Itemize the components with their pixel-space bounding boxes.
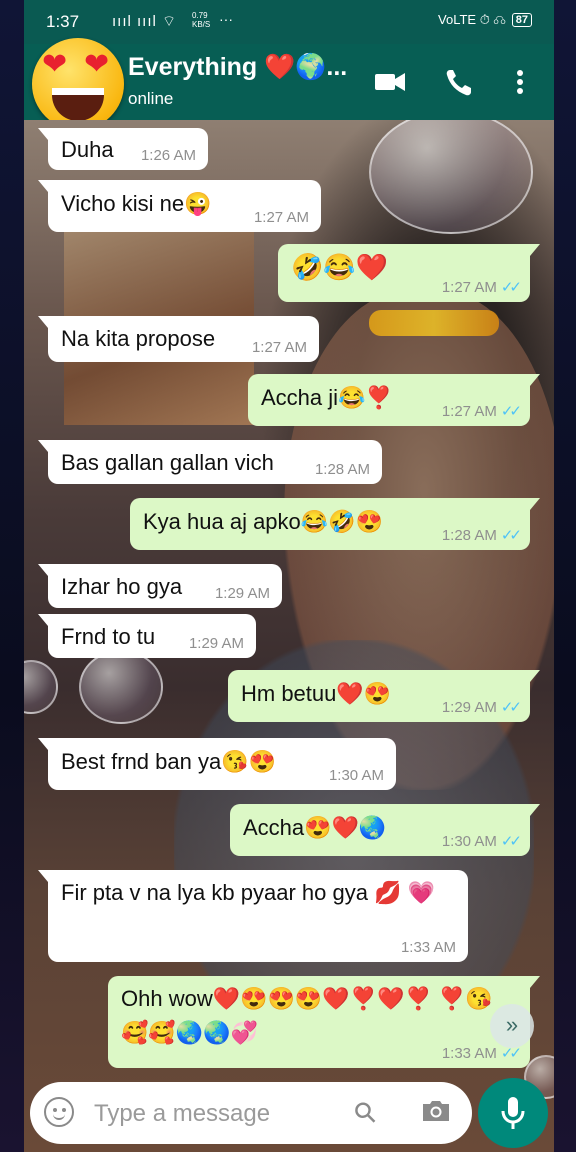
message-incoming[interactable]: Vicho kisi ne😜 1:27 AM [38,180,321,232]
message-outgoing[interactable]: 🤣😂❤️ 1:27 AM ✓✓ [278,244,540,302]
screen-frame-right [552,0,576,1152]
camera-icon[interactable] [420,1099,452,1123]
message-text: Na kita propose [61,326,216,351]
message-incoming[interactable]: Best frnd ban ya😘😍 1:30 AM [38,738,396,790]
message-text: Accha ji😂❣️ [261,385,393,410]
floating-heart-bubble [79,650,163,724]
message-time: 1:27 AM [251,339,307,356]
message-incoming[interactable]: Duha 1:26 AM [38,128,208,170]
status-time: 1:37 [46,12,80,31]
message-outgoing[interactable]: Ohh wow❤️😍😍😍❤️❣️❤️❣️ ❣️😘🥰🥰🌏🌏💞 1:33 AM ✓✓ [108,976,540,1068]
message-incoming[interactable]: Frnd to tu 1:29 AM [38,614,256,658]
message-text: 🤣😂❤️ [291,252,389,282]
message-incoming[interactable]: Bas gallan gallan vich 1:28 AM [38,440,382,484]
status-icons-right: VoLTE ⏱ ☊ [438,12,506,27]
message-incoming[interactable]: Fir pta v na lya kb pyaar ho gya 💋 💗 1:3… [38,870,468,962]
message-outgoing[interactable]: Accha ji😂❣️ 1:27 AM ✓✓ [248,374,540,426]
mic-icon [501,1097,525,1129]
message-time: 1:27 AM [253,209,309,226]
message-time: 1:29 AM [441,699,497,716]
message-outgoing[interactable]: Accha😍❤️🌏 1:30 AM ✓✓ [230,804,540,856]
message-time: 1:26 AM [140,147,196,164]
message-time: 1:29 AM [188,635,244,652]
voice-call-icon[interactable] [444,64,474,100]
message-text: Bas gallan gallan vich [61,450,274,475]
read-receipt-icon: ✓✓ [500,833,522,850]
message-text: Accha😍❤️🌏 [243,815,387,840]
message-time: 1:28 AM [314,461,370,478]
network-speed: 0.79 KB/S [192,11,211,29]
more-vert-icon[interactable] [512,64,528,100]
message-incoming[interactable]: Na kita propose 1:27 AM [38,316,319,362]
message-time: 1:28 AM [441,527,497,544]
message-time: 1:27 AM [441,403,497,420]
message-composer[interactable]: ⚲ [30,1082,472,1144]
message-text: Frnd to tu [61,624,156,649]
message-time: 1:33 AM [441,1045,497,1062]
floating-heart-bubble [24,660,58,714]
wallpaper-tilak [369,310,499,336]
status-bar: 1:37 ıııl ıııl ⌔ 0.79 KB/S ··· VoLTE ⏱ ☊… [24,0,554,44]
heart-eye-icon: ❤ [42,48,68,81]
message-incoming[interactable]: Izhar ho gya 1:29 AM [38,564,282,608]
avatar-mouth [52,88,104,121]
read-receipt-icon: ✓✓ [500,279,522,296]
attach-icon[interactable]: ⚲ [346,1094,384,1132]
status-more-icon: ··· [219,11,233,27]
message-time: 1:29 AM [214,585,270,602]
message-text: Hm betuu❤️😍 [241,681,392,706]
message-text: Izhar ho gya [61,574,183,599]
message-text: Fir pta v na lya kb pyaar ho gya 💋 💗 [61,880,435,905]
contact-status: online [128,89,174,108]
chat-header[interactable]: ❤ ❤ Everything ❤️🌍... online [24,38,554,130]
read-receipt-icon: ✓✓ [500,527,522,544]
read-receipt-icon: ✓✓ [500,403,522,420]
heart-eye-icon: ❤ [84,48,110,81]
chevron-double-down-icon[interactable]: » [490,1004,534,1048]
message-outgoing[interactable]: Hm betuu❤️😍 1:29 AM ✓✓ [228,670,540,722]
contact-avatar[interactable]: ❤ ❤ [32,38,124,130]
message-text: Vicho kisi ne😜 [61,191,212,216]
message-input[interactable] [92,1096,346,1132]
message-text: Kya hua aj apko😂🤣😍 [143,509,383,534]
message-outgoing[interactable]: Kya hua aj apko😂🤣😍 1:28 AM ✓✓ [130,498,540,550]
battery-icon: 87 [511,13,532,27]
signal-icon: ıııl ıııl ⌔ [112,13,178,30]
message-time: 1:33 AM [400,939,456,956]
read-receipt-icon: ✓✓ [500,699,522,716]
emoji-icon[interactable] [44,1097,74,1127]
message-text: Best frnd ban ya😘😍 [61,749,276,774]
message-time: 1:30 AM [328,767,384,784]
floating-heart-bubble [369,120,533,234]
video-call-icon[interactable] [374,64,406,100]
message-text: Duha [61,137,114,162]
message-time: 1:30 AM [441,833,497,850]
message-time: 1:27 AM [441,279,497,296]
contact-name[interactable]: Everything ❤️🌍... [128,53,347,82]
message-text: Ohh wow❤️😍😍😍❤️❣️❤️❣️ ❣️😘🥰🥰🌏🌏💞 [121,986,493,1045]
mic-button[interactable] [478,1078,548,1148]
screen-frame-left [0,0,24,1152]
